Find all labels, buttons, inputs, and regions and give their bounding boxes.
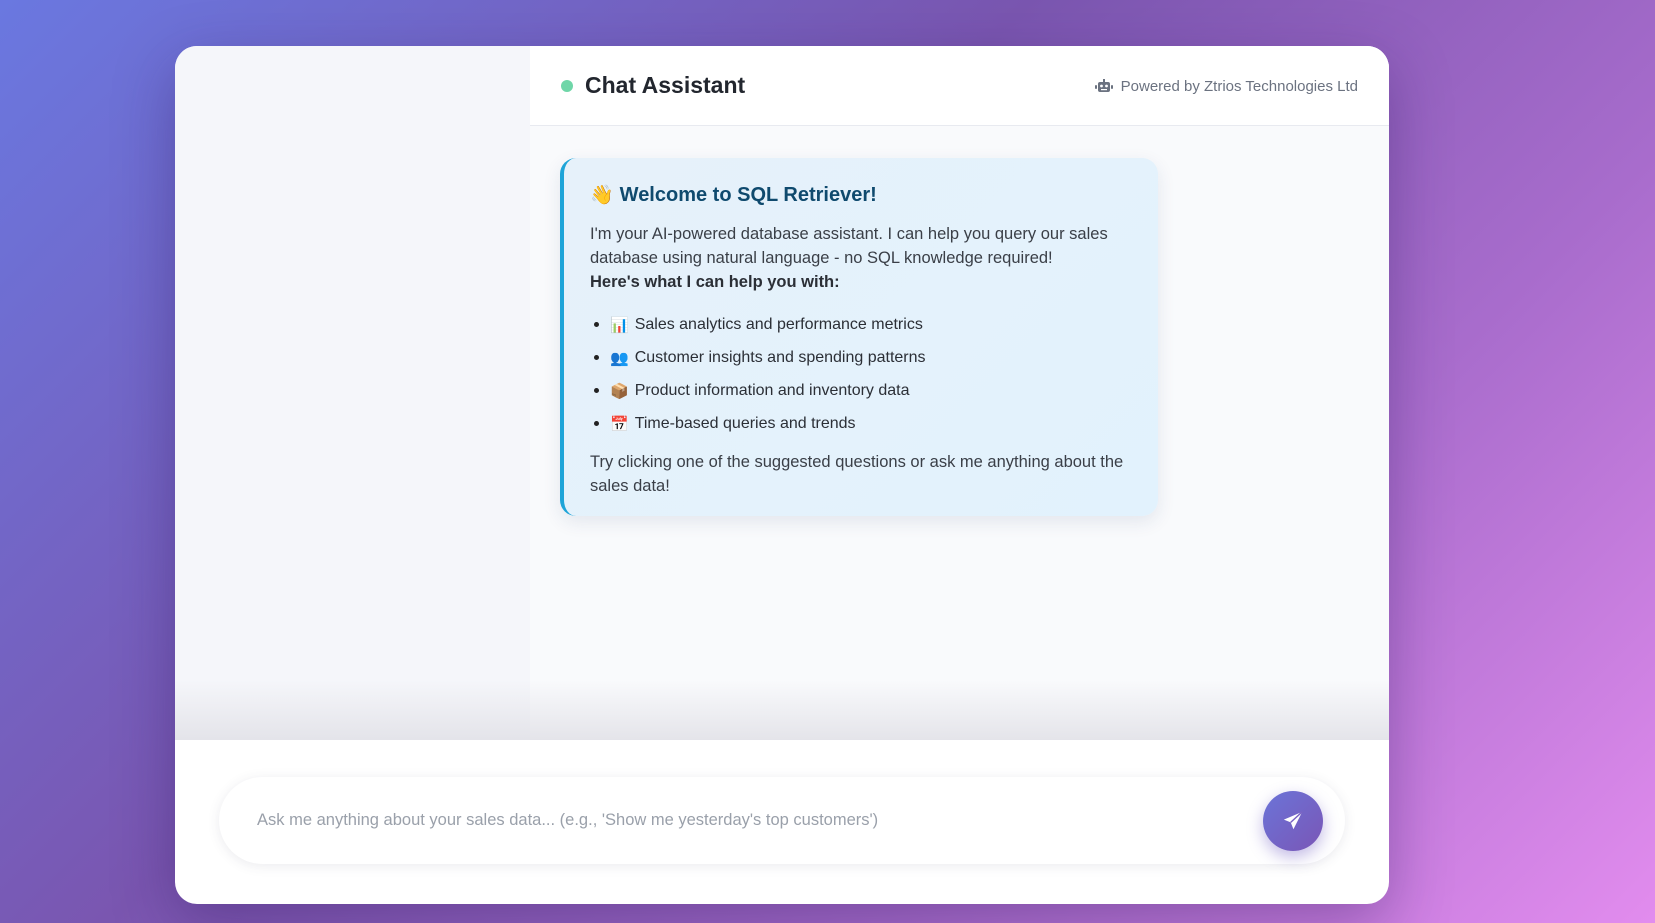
robot-icon [1094, 78, 1113, 92]
feature-label: Sales analytics and performance metrics [634, 315, 923, 333]
welcome-intro: I'm your AI-powered database assistant. … [590, 225, 1108, 267]
welcome-title-text: Welcome to SQL Retriever! [619, 183, 877, 206]
calendar-icon: 📅 [610, 415, 629, 433]
powered-by-text: Powered by Ztrios Technologies Ltd [1120, 78, 1358, 95]
list-item: 📅 Time-based queries and trends [590, 407, 1132, 440]
online-status-dot [561, 80, 573, 92]
sidebar [175, 46, 530, 740]
bullet [594, 322, 599, 327]
chat-header: Chat Assistant Powered by Ztrios Technol… [530, 46, 1389, 126]
feature-label: Time-based queries and trends [634, 414, 856, 432]
waving-hand-icon: 👋 [590, 185, 614, 206]
feature-label: Customer insights and spending patterns [634, 348, 926, 366]
list-item: 📦 Product information and inventory data [590, 374, 1132, 407]
list-item: 👥 Customer insights and spending pattern… [590, 341, 1132, 374]
message-composer [219, 777, 1345, 864]
people-icon: 👥 [610, 349, 629, 367]
chat-panel: Chat Assistant Powered by Ztrios Technol… [530, 46, 1389, 740]
list-item: 📊 Sales analytics and performance metric… [590, 308, 1132, 341]
feature-list: 📊 Sales analytics and performance metric… [590, 308, 1132, 440]
send-icon [1283, 811, 1303, 830]
message-input[interactable] [257, 805, 1237, 835]
package-icon: 📦 [610, 382, 629, 400]
feature-label: Product information and inventory data [634, 381, 910, 399]
welcome-title: 👋 Welcome to SQL Retriever! [590, 180, 1132, 210]
powered-by: Powered by Ztrios Technologies Ltd [1094, 78, 1358, 95]
bullet [594, 388, 599, 393]
app-window: Chat Assistant Powered by Ztrios Technol… [175, 46, 1389, 904]
bullet [594, 421, 599, 426]
bar-chart-icon: 📊 [610, 316, 629, 334]
welcome-message: 👋 Welcome to SQL Retriever! I'm your AI-… [560, 158, 1158, 516]
chat-title: Chat Assistant [585, 72, 746, 98]
bullet [594, 355, 599, 360]
welcome-outro: Try clicking one of the suggested questi… [590, 453, 1124, 495]
send-button[interactable] [1263, 791, 1323, 851]
help-heading: Here's what I can help you with: [590, 273, 840, 291]
